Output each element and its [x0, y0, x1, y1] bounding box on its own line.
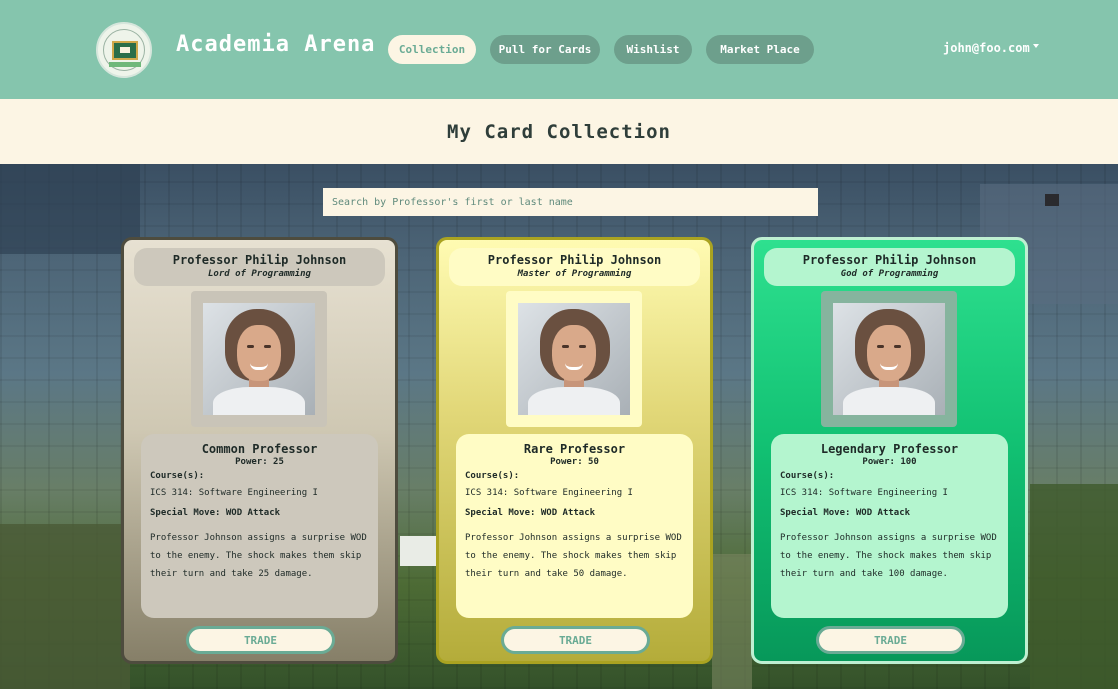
courses-label: Course(s):: [150, 471, 205, 481]
user-menu[interactable]: john@foo.com: [943, 41, 1039, 55]
academia-arena-logo[interactable]: [96, 22, 152, 78]
card-info-box: Common Professor Power: 25 Course(s): IC…: [141, 434, 378, 618]
special-move: Special Move: WOD Attack: [465, 508, 596, 518]
nav-collection[interactable]: Collection: [388, 35, 476, 64]
professor-photo: [203, 303, 315, 415]
card-info-box: Rare Professor Power: 50 Course(s): ICS …: [456, 434, 693, 618]
search-input[interactable]: [323, 188, 818, 216]
professor-photo: [833, 303, 945, 415]
card-name-box: Professor Philip Johnson God of Programm…: [764, 248, 1015, 286]
professor-photo: [518, 303, 630, 415]
professor-card-legendary[interactable]: Professor Philip Johnson God of Programm…: [751, 237, 1028, 664]
course-item: ICS 314: Software Engineering I: [465, 488, 633, 498]
logo-base: [109, 62, 141, 67]
move-description: Professor Johnson assigns a surprise WOD…: [780, 533, 997, 579]
course-item: ICS 314: Software Engineering I: [150, 488, 318, 498]
courses-label: Course(s):: [780, 471, 835, 481]
logo-monitor-icon: [112, 41, 138, 60]
professor-title: Master of Programming: [517, 269, 632, 279]
move-description: Professor Johnson assigns a surprise WOD…: [150, 533, 367, 579]
special-move: Special Move: WOD Attack: [150, 508, 281, 518]
professor-card-rare[interactable]: Professor Philip Johnson Master of Progr…: [436, 237, 713, 664]
nav-market-place[interactable]: Market Place: [706, 35, 814, 64]
professor-name: Professor Philip Johnson: [172, 253, 347, 267]
professor-name: Professor Philip Johnson: [487, 253, 662, 267]
nav-pull-for-cards[interactable]: Pull for Cards: [490, 35, 600, 64]
nav-wishlist[interactable]: Wishlist: [614, 35, 692, 64]
professor-card-common[interactable]: Professor Philip Johnson Lord of Program…: [121, 237, 398, 664]
brand-name[interactable]: Academia Arena: [176, 32, 375, 57]
card-name-box: Professor Philip Johnson Lord of Program…: [134, 248, 385, 286]
trade-button[interactable]: TRADE: [501, 626, 650, 654]
user-email: john@foo.com: [943, 41, 1030, 55]
card-power: Power: 50: [550, 457, 599, 467]
professor-photo-frame: [191, 291, 327, 427]
card-name-box: Professor Philip Johnson Master of Progr…: [449, 248, 700, 286]
card-rarity: Common Professor: [201, 442, 318, 456]
course-item: ICS 314: Software Engineering I: [780, 488, 948, 498]
page-header: My Card Collection: [0, 99, 1118, 164]
professor-name: Professor Philip Johnson: [802, 253, 977, 267]
special-move: Special Move: WOD Attack: [780, 508, 911, 518]
card-power: Power: 100: [862, 457, 917, 467]
professor-title: Lord of Programming: [208, 269, 311, 279]
card-rarity: Legendary Professor: [820, 442, 959, 456]
card-info-box: Legendary Professor Power: 100 Course(s)…: [771, 434, 1008, 618]
card-rarity: Rare Professor: [523, 442, 626, 456]
page-title: My Card Collection: [447, 120, 671, 143]
trade-button[interactable]: TRADE: [816, 626, 965, 654]
trade-button[interactable]: TRADE: [186, 626, 335, 654]
professor-title: God of Programming: [840, 269, 939, 279]
professor-photo-frame: [506, 291, 642, 427]
card-power: Power: 25: [235, 457, 284, 467]
professor-photo-frame: [821, 291, 957, 427]
navbar: Academia Arena Collection Pull for Cards…: [0, 0, 1118, 99]
courses-label: Course(s):: [465, 471, 520, 481]
move-description: Professor Johnson assigns a surprise WOD…: [465, 533, 682, 579]
chevron-down-icon: [1032, 44, 1039, 48]
